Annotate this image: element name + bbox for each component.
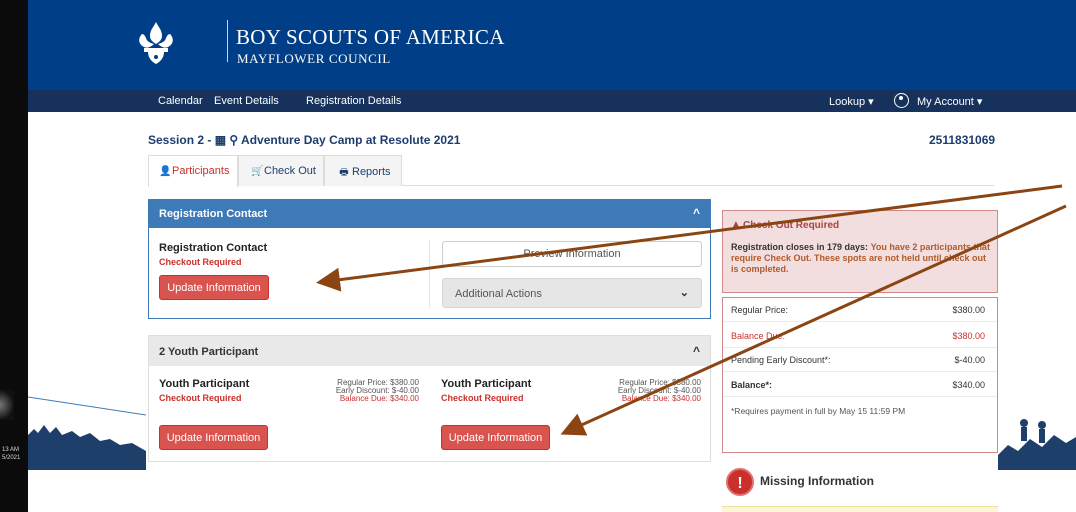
nav-my-account-dropdown[interactable]: My Account ▾ (917, 95, 982, 108)
chevron-down-icon: ⌄ (679, 287, 689, 299)
left-strip-glow (0, 390, 14, 420)
registration-contact-header[interactable]: Registration Contact ^ (149, 200, 710, 228)
preview-information-button[interactable]: Preview Information (442, 241, 702, 267)
background-mountains-left (28, 396, 146, 470)
nav-registration-details[interactable]: Registration Details (306, 95, 401, 107)
warning-icon: ▲ (731, 219, 741, 230)
logo-divider (227, 20, 228, 62)
pricing-row-balance: Balance*: $340.00 (723, 373, 997, 397)
brand-title[interactable]: BOY SCOUTS OF AMERICA (236, 25, 505, 50)
brand-subtitle: MAYFLOWER COUNCIL (237, 51, 391, 66)
print-icon: 🖶 (339, 167, 349, 178)
youth-2-update-button[interactable]: Update Information (441, 425, 550, 450)
youth-1-name: Youth Participant (159, 378, 250, 390)
checkout-required-alert: ▲ Check Out Required Registration closes… (722, 210, 998, 293)
contact-name: Registration Contact (159, 242, 268, 254)
clock-readout: 13 AM 5/2021 (0, 446, 28, 462)
youth-2-name: Youth Participant (441, 378, 532, 390)
page-title: Session 2 - ▦ ⚲ Adventure Day Camp at Re… (148, 133, 461, 147)
pricing-value: $380.00 (952, 305, 985, 315)
chevron-up-icon[interactable]: ^ (693, 206, 700, 220)
pricing-row-discount: Pending Early Discount*: $-40.00 (723, 348, 997, 372)
payment-note: *Requires payment in full by May 15 11:5… (731, 406, 906, 416)
nav-event-details[interactable]: Event Details (214, 95, 279, 107)
pricing-label: Regular Price: (731, 305, 789, 315)
site-header: BOY SCOUTS OF AMERICA MAYFLOWER COUNCIL (28, 0, 1076, 90)
cart-icon: 🛒 (251, 166, 264, 177)
tab-bar: 👤Participants 🛒Check Out 🖶 Reports (148, 155, 994, 187)
pricing-row-regular: Regular Price: $380.00 (723, 298, 997, 322)
youth-participants-header[interactable]: 2 Youth Participant ^ (149, 336, 710, 366)
alert-closes: Registration closes in 179 days: (731, 242, 869, 252)
main-navbar: Calendar Event Details Registration Deta… (28, 90, 1076, 112)
user-icon: 👤 (159, 166, 172, 177)
nav-lookup-dropdown[interactable]: Lookup ▾ (829, 95, 874, 108)
registration-contact-panel: Registration Contact ^ Registration Cont… (148, 199, 711, 319)
pricing-summary: Regular Price: $380.00 Balance Due: $380… (722, 297, 998, 453)
bsa-fleur-de-lis-icon[interactable] (134, 20, 178, 66)
youth-2-due: Balance Due: $340.00 (621, 394, 701, 403)
missing-information-panel (722, 506, 998, 512)
additional-actions-label: Additional Actions (455, 288, 542, 300)
clock-time: 13 AM (2, 447, 20, 453)
additional-actions-dropdown[interactable]: Additional Actions ⌄ (442, 278, 702, 308)
registration-id: 2511831069 (929, 133, 996, 147)
youth-1-update-button[interactable]: Update Information (159, 425, 268, 450)
contact-status: Checkout Required (159, 257, 242, 267)
pricing-value: $-40.00 (954, 355, 985, 365)
youth-1-pricing: Regular Price: $380.00 Early Discount: $… (299, 379, 419, 403)
youth-participants-panel: 2 Youth Participant ^ Youth Participant … (148, 335, 711, 462)
alert-title: Check Out Required (743, 220, 840, 231)
pricing-value: $340.00 (952, 380, 985, 390)
pricing-label: Pending Early Discount*: (731, 355, 831, 365)
pricing-row-balance-due: Balance Due: $380.00 (723, 324, 997, 348)
pricing-label: Balance*: (731, 380, 773, 390)
clock-date: 5/2021 (2, 455, 21, 461)
tab-reports-label: Reports (352, 166, 391, 178)
youth-1-due: Balance Due: $340.00 (339, 394, 419, 403)
panel-divider (429, 240, 430, 308)
chevron-up-icon[interactable]: ^ (693, 344, 700, 358)
pricing-label: Balance Due: (731, 331, 786, 341)
background-hikers-right (998, 419, 1076, 470)
youth-participants-header-label: 2 Youth Participant (159, 346, 259, 358)
youth-1-status: Checkout Required (159, 393, 242, 403)
left-window-strip: 13 AM 5/2021 (0, 0, 28, 512)
youth-2-status: Checkout Required (441, 393, 524, 403)
tab-participants-label: Participants (172, 165, 230, 177)
tab-check-out[interactable]: 🛒Check Out (238, 155, 324, 186)
account-icon[interactable] (894, 93, 909, 108)
contact-update-button[interactable]: Update Information (159, 275, 269, 300)
missing-information-heading[interactable]: Missing Information (760, 474, 874, 488)
pricing-value: $380.00 (952, 331, 985, 341)
tab-participants[interactable]: 👤Participants (148, 155, 238, 187)
exclamation-icon: ! (726, 468, 754, 496)
registration-contact-header-label: Registration Contact (159, 208, 268, 220)
alert-message: Registration closes in 179 days: You hav… (731, 242, 993, 275)
youth-2-pricing: Regular Price: $380.00 Early Discount: $… (580, 379, 701, 403)
nav-calendar[interactable]: Calendar (158, 95, 203, 107)
tab-reports[interactable]: 🖶 Reports (324, 155, 402, 186)
tab-check-out-label: Check Out (264, 165, 316, 177)
